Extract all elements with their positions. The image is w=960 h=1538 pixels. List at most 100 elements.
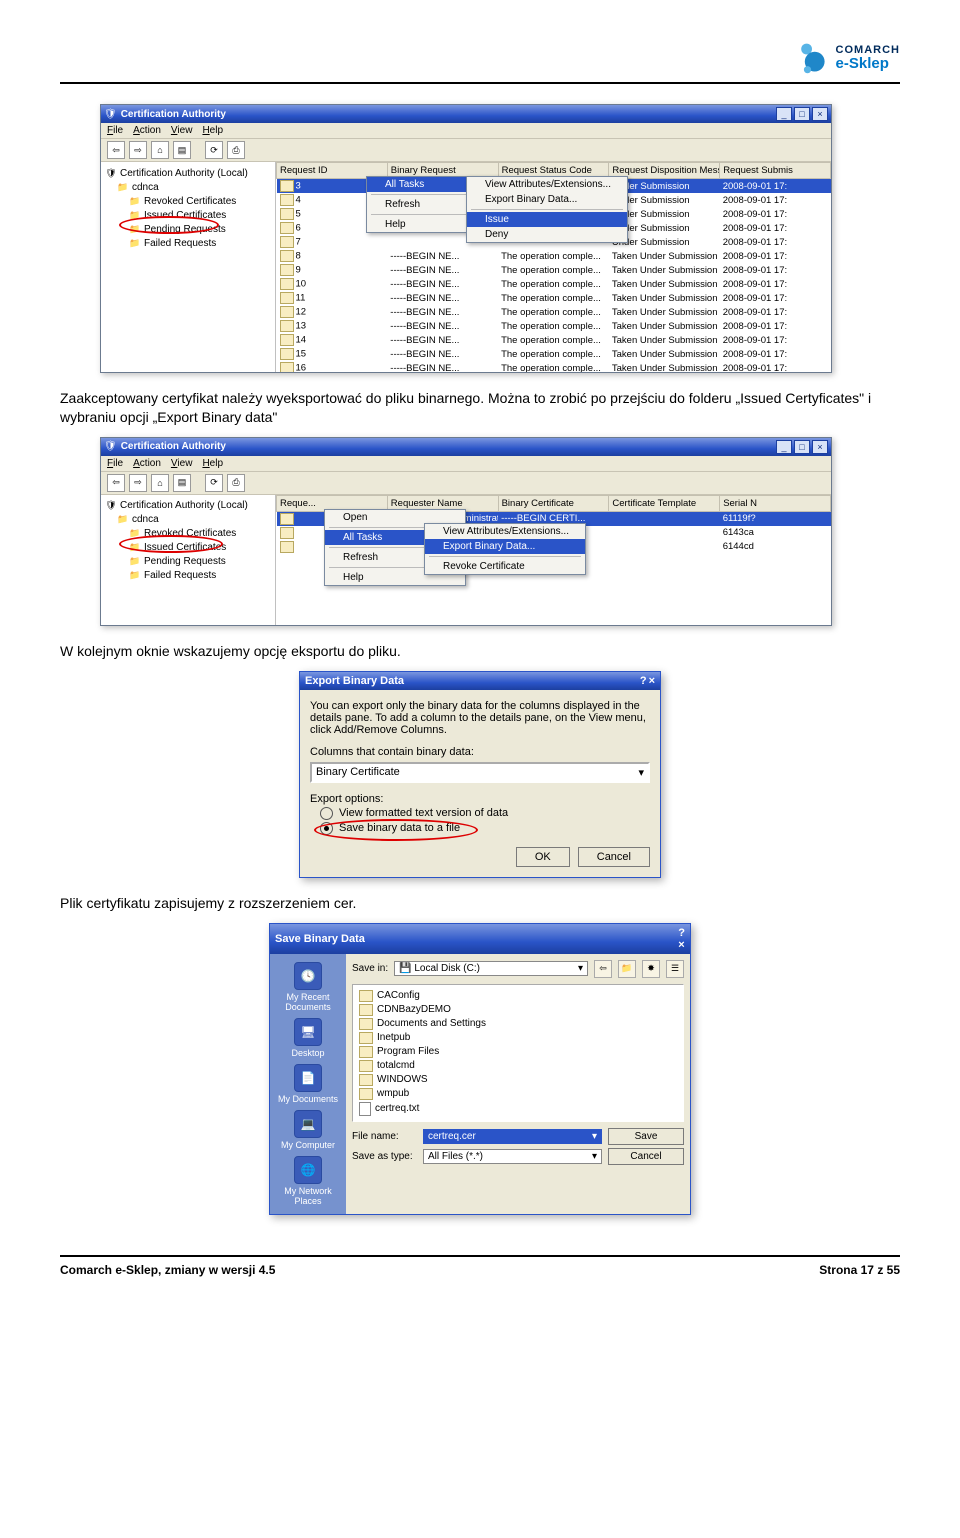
back-icon[interactable]: ⇦ — [594, 960, 612, 978]
tree-item[interactable]: 📁Pending Requests — [127, 555, 273, 569]
context-menu-1b[interactable]: View Attributes/Extensions... Export Bin… — [466, 176, 628, 243]
tree-item[interactable]: 📁Failed Requests — [127, 236, 273, 250]
ctx-export-binary[interactable]: Export Binary Data... — [425, 539, 585, 554]
grid-header[interactable]: Request Submis — [720, 163, 831, 179]
table-row[interactable]: 12-----BEGIN NE...The operation comple..… — [277, 305, 831, 319]
place-item[interactable]: 📄My Documents — [278, 1064, 338, 1104]
tree-panel[interactable]: 🛡Certification Authority (Local) 📁cdnca … — [101, 495, 276, 625]
table-row[interactable]: 16-----BEGIN NE...The operation comple..… — [277, 361, 831, 372]
up-icon[interactable]: ⌂ — [151, 474, 169, 492]
props-icon[interactable]: ▤ — [173, 141, 191, 159]
cancel-button[interactable]: Cancel — [608, 1148, 684, 1165]
tree-item[interactable]: 📁Issued Certificates — [127, 541, 273, 555]
menubar[interactable]: File Action View Help — [101, 123, 831, 138]
list-item[interactable]: Inetpub — [359, 1031, 677, 1045]
tree-ca[interactable]: cdnca — [132, 514, 159, 525]
export-icon[interactable]: ⎙ — [227, 474, 245, 492]
place-item[interactable]: 🌐My Network Places — [272, 1156, 344, 1206]
list-item[interactable]: totalcmd — [359, 1059, 677, 1073]
context-menu-2b[interactable]: View Attributes/Extensions... Export Bin… — [424, 523, 586, 575]
menu-view[interactable]: View — [171, 458, 193, 469]
table-row[interactable]: 8-----BEGIN NE...The operation comple...… — [277, 249, 831, 263]
ok-button[interactable]: OK — [516, 847, 570, 867]
list-item[interactable]: CDNBazyDEMO — [359, 1003, 677, 1017]
menu-file[interactable]: File — [107, 125, 123, 136]
refresh-icon[interactable]: ⟳ — [205, 141, 223, 159]
place-item[interactable]: 💻My Computer — [281, 1110, 335, 1150]
columns-select[interactable]: Binary Certificate ▾ — [310, 762, 650, 783]
toolbar[interactable]: ⇦ ⇨ ⌂ ▤ ⟳ ⎙ — [101, 138, 831, 162]
menu-file[interactable]: File — [107, 458, 123, 469]
tree-item[interactable]: 📁Revoked Certificates — [127, 194, 273, 208]
menu-help[interactable]: Help — [202, 125, 223, 136]
filename-field[interactable]: certreq.cer▾ — [423, 1129, 602, 1144]
help-button[interactable]: ? — [678, 927, 685, 939]
tree-panel[interactable]: 🛡Certification Authority (Local) 📁cdnca … — [101, 162, 276, 372]
up-icon[interactable]: 📁 — [618, 960, 636, 978]
views-icon[interactable]: ☰ — [666, 960, 684, 978]
grid-pending[interactable]: Request IDBinary RequestRequest Status C… — [276, 162, 831, 372]
close-button[interactable]: × — [649, 675, 655, 687]
ctx-export-binary[interactable]: Export Binary Data... — [467, 192, 627, 207]
menu-action[interactable]: Action — [133, 458, 161, 469]
forward-icon[interactable]: ⇨ — [129, 141, 147, 159]
ctx-issue[interactable]: Issue — [467, 212, 627, 227]
table-row[interactable]: 9-----BEGIN NE...The operation comple...… — [277, 263, 831, 277]
menu-action[interactable]: Action — [133, 125, 161, 136]
tree-item[interactable]: 📁Revoked Certificates — [127, 527, 273, 541]
ctx-deny[interactable]: Deny — [467, 227, 627, 242]
list-item[interactable]: Documents and Settings — [359, 1017, 677, 1031]
table-row[interactable]: 13-----BEGIN NE...The operation comple..… — [277, 319, 831, 333]
menu-view[interactable]: View — [171, 125, 193, 136]
table-row[interactable]: 15-----BEGIN NE...The operation comple..… — [277, 347, 831, 361]
place-item[interactable]: 🕓My Recent Documents — [272, 962, 344, 1012]
radio-save-file[interactable]: Save binary data to a file — [320, 822, 650, 835]
toolbar[interactable]: ⇦ ⇨ ⌂ ▤ ⟳ ⎙ — [101, 471, 831, 495]
menubar[interactable]: File Action View Help — [101, 456, 831, 471]
maximize-button[interactable]: □ — [794, 440, 810, 454]
savein-select[interactable]: 💾 Local Disk (C:) ▾ — [394, 961, 588, 976]
grid-header[interactable]: Serial N — [720, 495, 831, 511]
grid-issued[interactable]: Reque...Requester NameBinary Certificate… — [276, 495, 831, 625]
file-list[interactable]: CAConfigCDNBazyDEMODocuments and Setting… — [352, 984, 684, 1122]
places-bar[interactable]: 🕓My Recent Documents 🖥Desktop 📄My Document… — [270, 954, 346, 1214]
close-button[interactable]: × — [812, 440, 828, 454]
close-button[interactable]: × — [678, 939, 685, 951]
minimize-button[interactable]: _ — [776, 440, 792, 454]
place-item[interactable]: 🖥Desktop — [291, 1018, 324, 1058]
tree-item[interactable]: 📁Pending Requests — [127, 222, 273, 236]
list-item[interactable]: wmpub — [359, 1087, 677, 1101]
refresh-icon[interactable]: ⟳ — [205, 474, 223, 492]
tree-item[interactable]: 📁Issued Certificates — [127, 208, 273, 222]
grid-header[interactable]: Binary Certificate — [498, 495, 609, 511]
ctx-revoke[interactable]: Revoke Certificate — [425, 559, 585, 574]
tree-item[interactable]: 📁Failed Requests — [127, 569, 273, 583]
back-icon[interactable]: ⇦ — [107, 141, 125, 159]
newfolder-icon[interactable]: ✸ — [642, 960, 660, 978]
up-icon[interactable]: ⌂ — [151, 141, 169, 159]
minimize-button[interactable]: _ — [776, 107, 792, 121]
ctx-view-attrs[interactable]: View Attributes/Extensions... — [467, 177, 627, 192]
radio-view-text[interactable]: View formatted text version of data — [320, 807, 650, 820]
save-button[interactable]: Save — [608, 1128, 684, 1145]
props-icon[interactable]: ▤ — [173, 474, 191, 492]
maximize-button[interactable]: □ — [794, 107, 810, 121]
table-row[interactable]: 14-----BEGIN NE...The operation comple..… — [277, 333, 831, 347]
forward-icon[interactable]: ⇨ — [129, 474, 147, 492]
menu-help[interactable]: Help — [202, 458, 223, 469]
list-item[interactable]: certreq.txt — [359, 1101, 677, 1117]
close-button[interactable]: × — [812, 107, 828, 121]
list-item[interactable]: CAConfig — [359, 989, 677, 1003]
ctx-view-attrs[interactable]: View Attributes/Extensions... — [425, 524, 585, 539]
help-button[interactable]: ? — [640, 675, 647, 687]
cancel-button[interactable]: Cancel — [578, 847, 650, 867]
back-icon[interactable]: ⇦ — [107, 474, 125, 492]
table-row[interactable]: 11-----BEGIN NE...The operation comple..… — [277, 291, 831, 305]
list-item[interactable]: WINDOWS — [359, 1073, 677, 1087]
export-icon[interactable]: ⎙ — [227, 141, 245, 159]
tree-ca[interactable]: cdnca — [132, 182, 159, 193]
filetype-field[interactable]: All Files (*.*)▾ — [423, 1149, 602, 1164]
list-item[interactable]: Program Files — [359, 1045, 677, 1059]
table-row[interactable]: 10-----BEGIN NE...The operation comple..… — [277, 277, 831, 291]
grid-header[interactable]: Certificate Template — [609, 495, 720, 511]
